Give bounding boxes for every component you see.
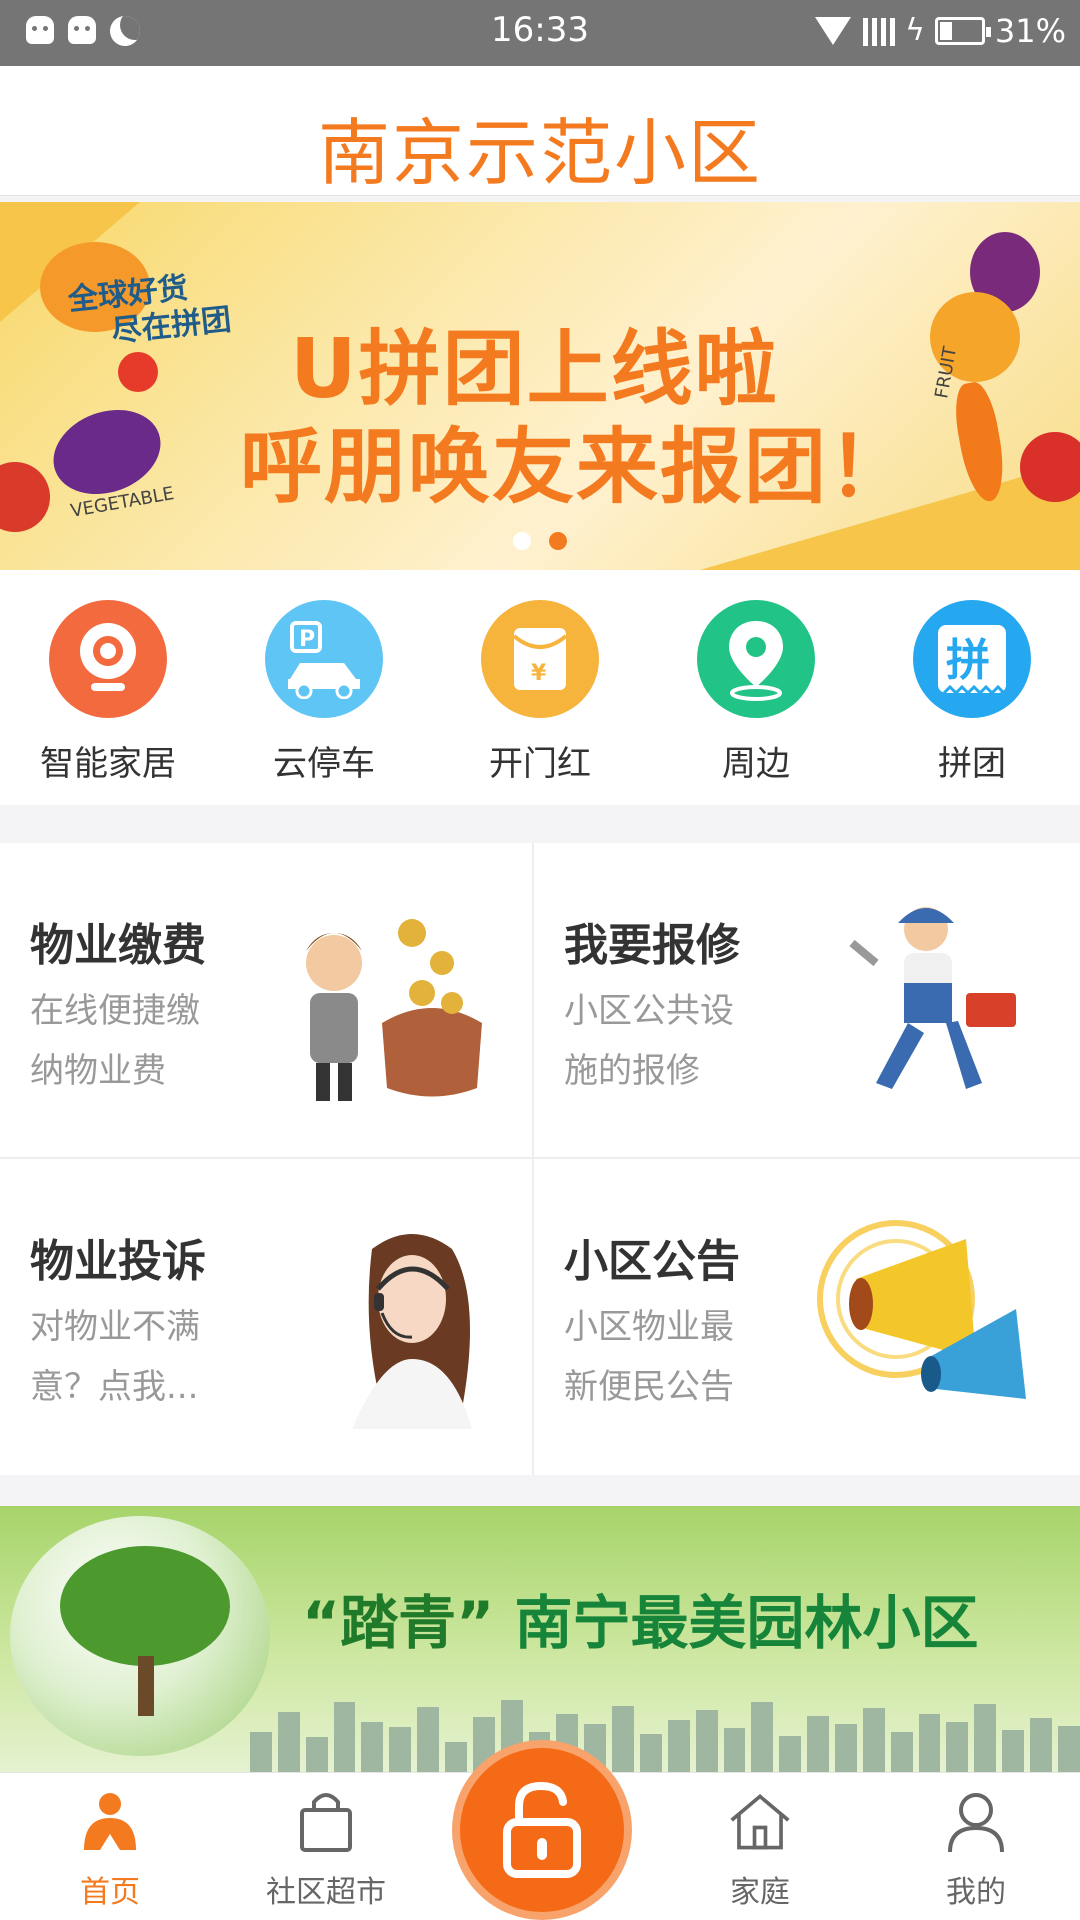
repairman-icon: [816, 893, 1036, 1113]
service-grid: 物业缴费 在线便捷缴纳物业费 我要报修 小区公共设施的报修 物业投诉 对物业不满…: [0, 843, 1080, 1475]
wifi-icon: [813, 17, 853, 45]
nav-supermarket[interactable]: 社区超市: [246, 1787, 406, 1911]
title-bar: 南京示范小区: [0, 66, 1080, 196]
user-icon: [944, 1787, 1008, 1857]
service-title: 我要报修: [564, 920, 740, 971]
unlock-icon: [503, 1781, 581, 1878]
quick-label: 开门红: [489, 744, 591, 784]
service-repair[interactable]: 我要报修 小区公共设施的报修: [534, 843, 1066, 1157]
quick-label: 智能家居: [40, 744, 176, 784]
promo-title: “踏青” 南宁最美园林小区: [302, 1576, 978, 1660]
megaphone-icon: [816, 1209, 1036, 1429]
service-complaint[interactable]: 物业投诉 对物业不满意？点我...: [0, 1159, 532, 1473]
customer-service-icon: [282, 1209, 502, 1429]
group-buy-icon: 拼: [913, 600, 1031, 718]
tree-globe-image: [10, 1516, 270, 1756]
system-icons: ϟ 31%: [813, 12, 1066, 50]
service-desc: 小区物业最新便民公告: [564, 1307, 734, 1407]
nav-label: 社区超市: [266, 1875, 386, 1910]
camera-icon: [49, 600, 167, 718]
nav-home[interactable]: 首页: [30, 1787, 190, 1911]
money-bag-icon: [282, 893, 502, 1113]
unlock-door-button[interactable]: [452, 1740, 632, 1920]
parking-car-icon: P: [265, 600, 383, 718]
quick-item-parking[interactable]: P 云停车: [216, 570, 432, 805]
service-desc: 小区公共设施的报修: [564, 991, 734, 1091]
quick-item-nearby[interactable]: 周边: [648, 570, 864, 805]
quick-entry-row: 智能家居 P 云停车 ¥ 开门红 周边 拼 拼团: [0, 570, 1080, 805]
quick-label: 云停车: [273, 744, 375, 784]
quick-item-smart-home[interactable]: 智能家居: [0, 570, 216, 805]
apple-image: [0, 462, 50, 532]
carousel-dots: [0, 532, 1080, 550]
service-title: 物业投诉: [30, 1236, 206, 1287]
house-icon: [728, 1787, 792, 1857]
screen: { "status_bar": { "time": "16:33", "batt…: [0, 0, 1080, 1920]
nav-label: 首页: [80, 1875, 140, 1910]
nav-family[interactable]: 家庭: [680, 1787, 840, 1911]
banner-carousel[interactable]: 全球好货 尽在拼团 VEGETABLE FRUIT U拼团上线啦 呼朋唤友来报团…: [0, 202, 1080, 570]
status-bar: 16:33 ϟ 31%: [0, 0, 1080, 66]
banner-subheadline: 呼朋唤友来报团！: [240, 420, 913, 515]
city-skyline-image: [250, 1692, 1080, 1772]
page-title: 南京示范小区: [317, 111, 762, 195]
divider: [532, 843, 534, 1475]
svg-text:拼: 拼: [946, 635, 990, 686]
quick-label: 拼团: [938, 744, 1006, 784]
service-desc: 对物业不满意？点我...: [30, 1307, 200, 1407]
promo-text: 南宁最美园林小区: [514, 1589, 979, 1657]
service-title: 小区公告: [564, 1236, 740, 1287]
service-desc: 在线便捷缴纳物业费: [30, 991, 200, 1091]
home-person-icon: [78, 1787, 142, 1857]
tomato-image: [118, 352, 158, 392]
red-envelope-icon: ¥: [481, 600, 599, 718]
battery-percent: 31%: [994, 12, 1066, 50]
quick-label: 周边: [722, 744, 790, 784]
service-announcement[interactable]: 小区公告 小区物业最新便民公告: [534, 1159, 1066, 1473]
nav-label: 家庭: [730, 1875, 790, 1910]
divider: [0, 1157, 1080, 1159]
nav-label: 我的: [946, 1875, 1006, 1910]
quick-item-group-buy[interactable]: 拼 拼团: [864, 570, 1080, 805]
svg-text:¥: ¥: [531, 661, 547, 686]
signal-icon: [863, 16, 896, 46]
quick-item-red-envelope[interactable]: ¥ 开门红: [432, 570, 648, 805]
svg-text:P: P: [299, 627, 315, 652]
nav-mine[interactable]: 我的: [896, 1787, 1056, 1911]
promo-quote: “踏青”: [302, 1589, 495, 1657]
service-title: 物业缴费: [30, 920, 206, 971]
carousel-dot[interactable]: [549, 532, 567, 550]
location-pin-icon: [697, 600, 815, 718]
service-property-fee[interactable]: 物业缴费 在线便捷缴纳物业费: [0, 843, 532, 1157]
carousel-dot[interactable]: [513, 532, 531, 550]
battery-icon: [934, 17, 991, 45]
shopping-bag-icon: [294, 1787, 358, 1857]
charging-icon: ϟ: [905, 13, 925, 48]
promo-banner[interactable]: “踏青” 南宁最美园林小区: [0, 1506, 1080, 1772]
